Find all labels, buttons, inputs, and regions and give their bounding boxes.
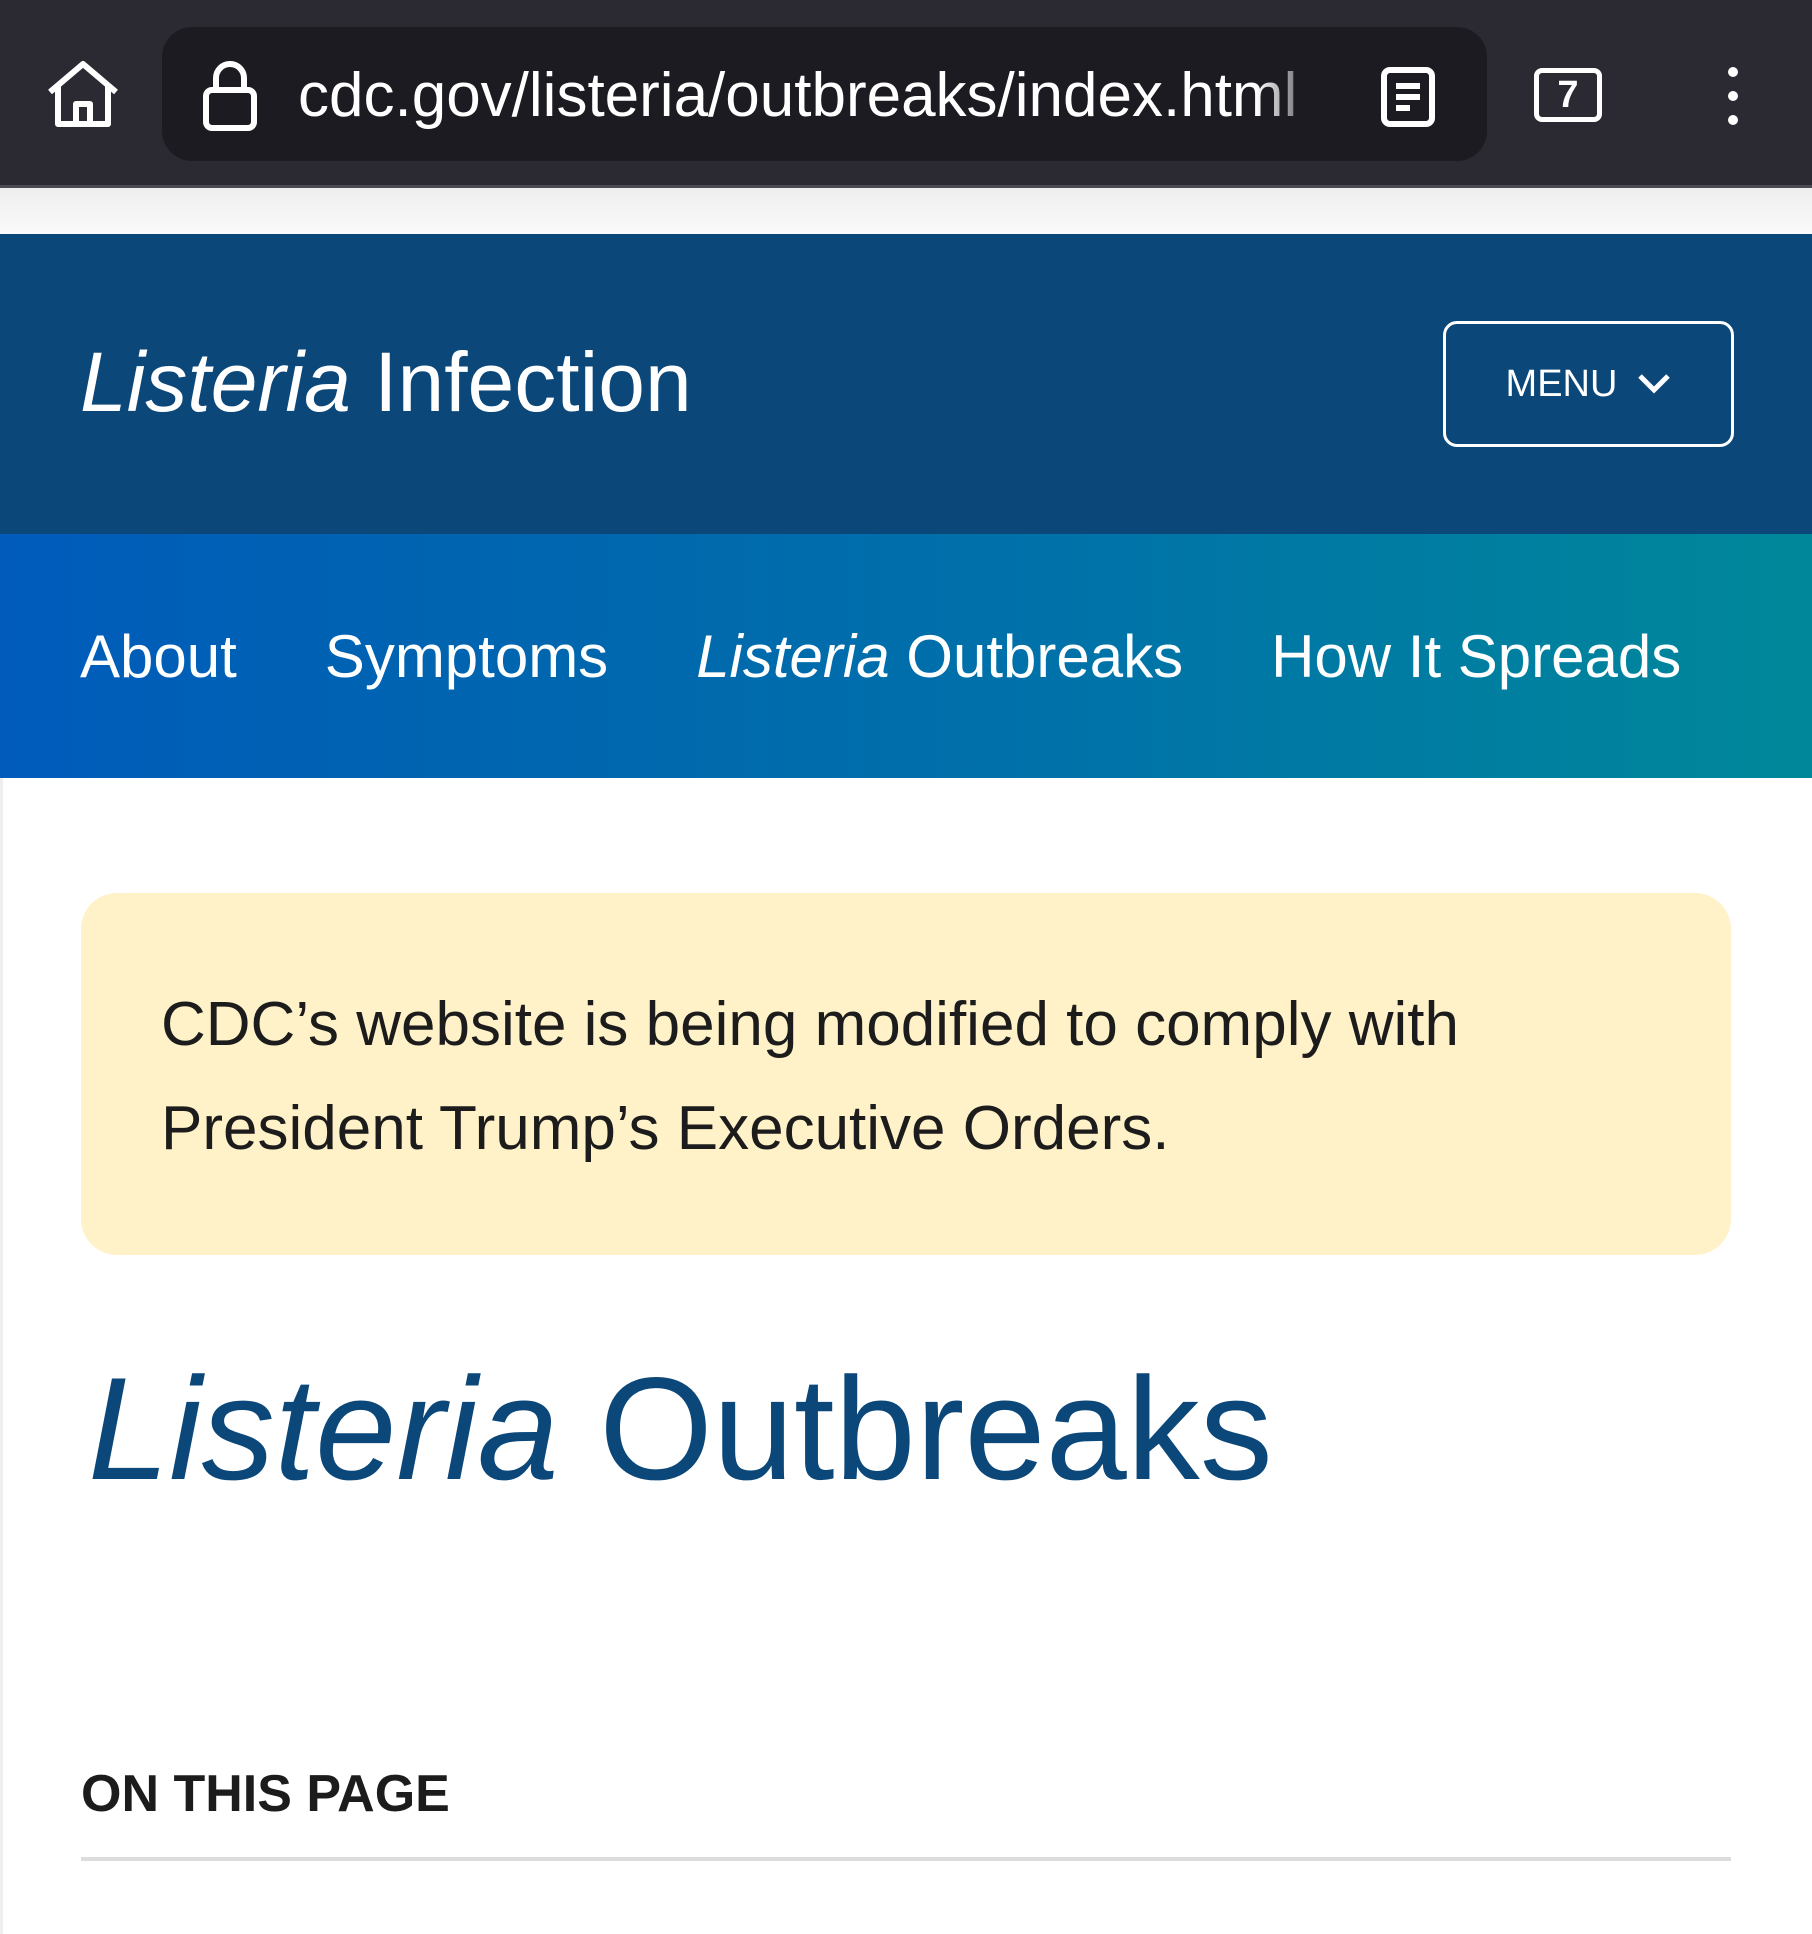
title-rest: Infection	[350, 335, 692, 429]
menu-button[interactable]: MENU	[1443, 321, 1734, 447]
nav-item-about[interactable]: About	[80, 622, 237, 691]
toolbar-shadow	[0, 188, 1812, 234]
more-vert-icon[interactable]	[1720, 64, 1746, 128]
nav-item-symptoms[interactable]: Symptoms	[325, 622, 608, 691]
page-edge	[0, 778, 3, 1934]
page-title: Listeria Outbreaks	[88, 1345, 1273, 1513]
section-nav: About Symptoms Listeria Outbreaks How It…	[0, 534, 1812, 778]
nav-italic: Listeria	[696, 622, 890, 690]
lock-icon	[203, 61, 257, 131]
divider	[81, 1857, 1731, 1861]
chevron-down-icon	[1638, 374, 1671, 394]
tabs-icon[interactable]: 7	[1534, 68, 1602, 122]
nav-label: Outbreaks	[889, 622, 1184, 690]
title-italic: Listeria	[80, 335, 351, 429]
home-icon[interactable]	[44, 58, 122, 130]
on-this-page-heading: ON THIS PAGE	[81, 1765, 450, 1823]
url-text[interactable]: cdc.gov/listeria/outbreaks/index.html	[298, 60, 1328, 131]
site-title[interactable]: Listeria Infection	[80, 334, 692, 431]
nav-item-how-it-spreads[interactable]: How It Spreads	[1271, 622, 1681, 691]
nav-item-outbreaks[interactable]: Listeria Outbreaks	[696, 622, 1183, 691]
reader-mode-icon[interactable]	[1380, 66, 1436, 128]
notice-banner: CDC’s website is being modified to compl…	[81, 893, 1731, 1255]
page-title-italic: Listeria	[88, 1347, 559, 1510]
menu-label: MENU	[1505, 362, 1618, 405]
page-title-rest: Outbreaks	[558, 1347, 1273, 1510]
